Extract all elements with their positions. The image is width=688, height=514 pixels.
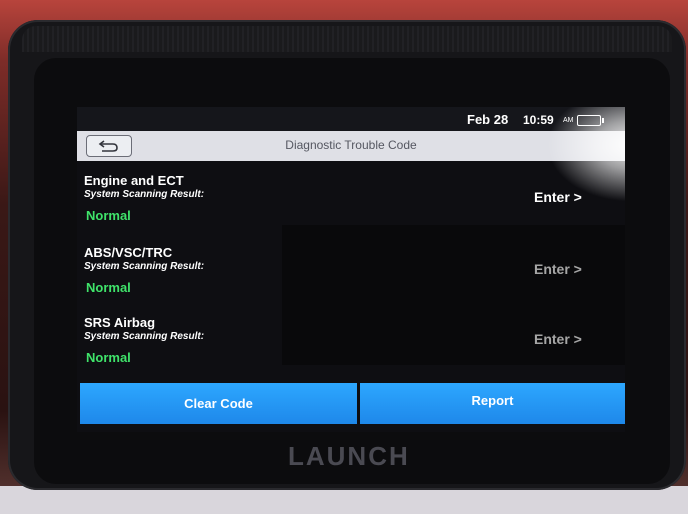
system-item-abs: ABS/VSC/TRC System Scanning Result: Norm… bbox=[77, 245, 625, 315]
system-name: SRS Airbag bbox=[84, 315, 156, 330]
scan-result-label: System Scanning Result: bbox=[84, 331, 205, 342]
page-title: Diagnostic Trouble Code bbox=[285, 138, 417, 152]
device-grip-texture bbox=[22, 26, 672, 52]
background-strip bbox=[0, 486, 688, 514]
system-item-engine: Engine and ECT System Scanning Result: N… bbox=[77, 173, 625, 243]
system-name: Engine and ECT bbox=[84, 173, 184, 188]
system-name: ABS/VSC/TRC bbox=[84, 245, 173, 260]
enter-button[interactable]: Enter > bbox=[534, 189, 582, 205]
action-bar: Clear Code Report bbox=[80, 383, 625, 424]
status-ampm: AM bbox=[563, 117, 574, 124]
scan-status: Normal bbox=[86, 208, 131, 223]
enter-button[interactable]: Enter > bbox=[534, 261, 582, 277]
scan-result-label: System Scanning Result: bbox=[84, 261, 205, 272]
device-screen: Feb 28 10:59 AM Diagnostic Trouble Code … bbox=[77, 107, 625, 432]
scan-status: Normal bbox=[86, 350, 131, 365]
status-time: 10:59 bbox=[523, 113, 554, 127]
brand-logo: LAUNCH bbox=[288, 441, 410, 471]
status-bar: Feb 28 10:59 AM bbox=[77, 107, 625, 131]
scan-status: Normal bbox=[86, 280, 131, 295]
scan-result-label: System Scanning Result: bbox=[84, 189, 205, 200]
enter-button[interactable]: Enter > bbox=[534, 331, 582, 347]
report-button[interactable]: Report bbox=[360, 383, 625, 424]
clear-code-button[interactable]: Clear Code bbox=[80, 383, 357, 424]
system-item-srs: SRS Airbag System Scanning Result: Norma… bbox=[77, 315, 625, 385]
title-bar: Diagnostic Trouble Code bbox=[77, 131, 625, 161]
battery-icon bbox=[577, 115, 604, 126]
status-date: Feb 28 bbox=[467, 112, 509, 127]
